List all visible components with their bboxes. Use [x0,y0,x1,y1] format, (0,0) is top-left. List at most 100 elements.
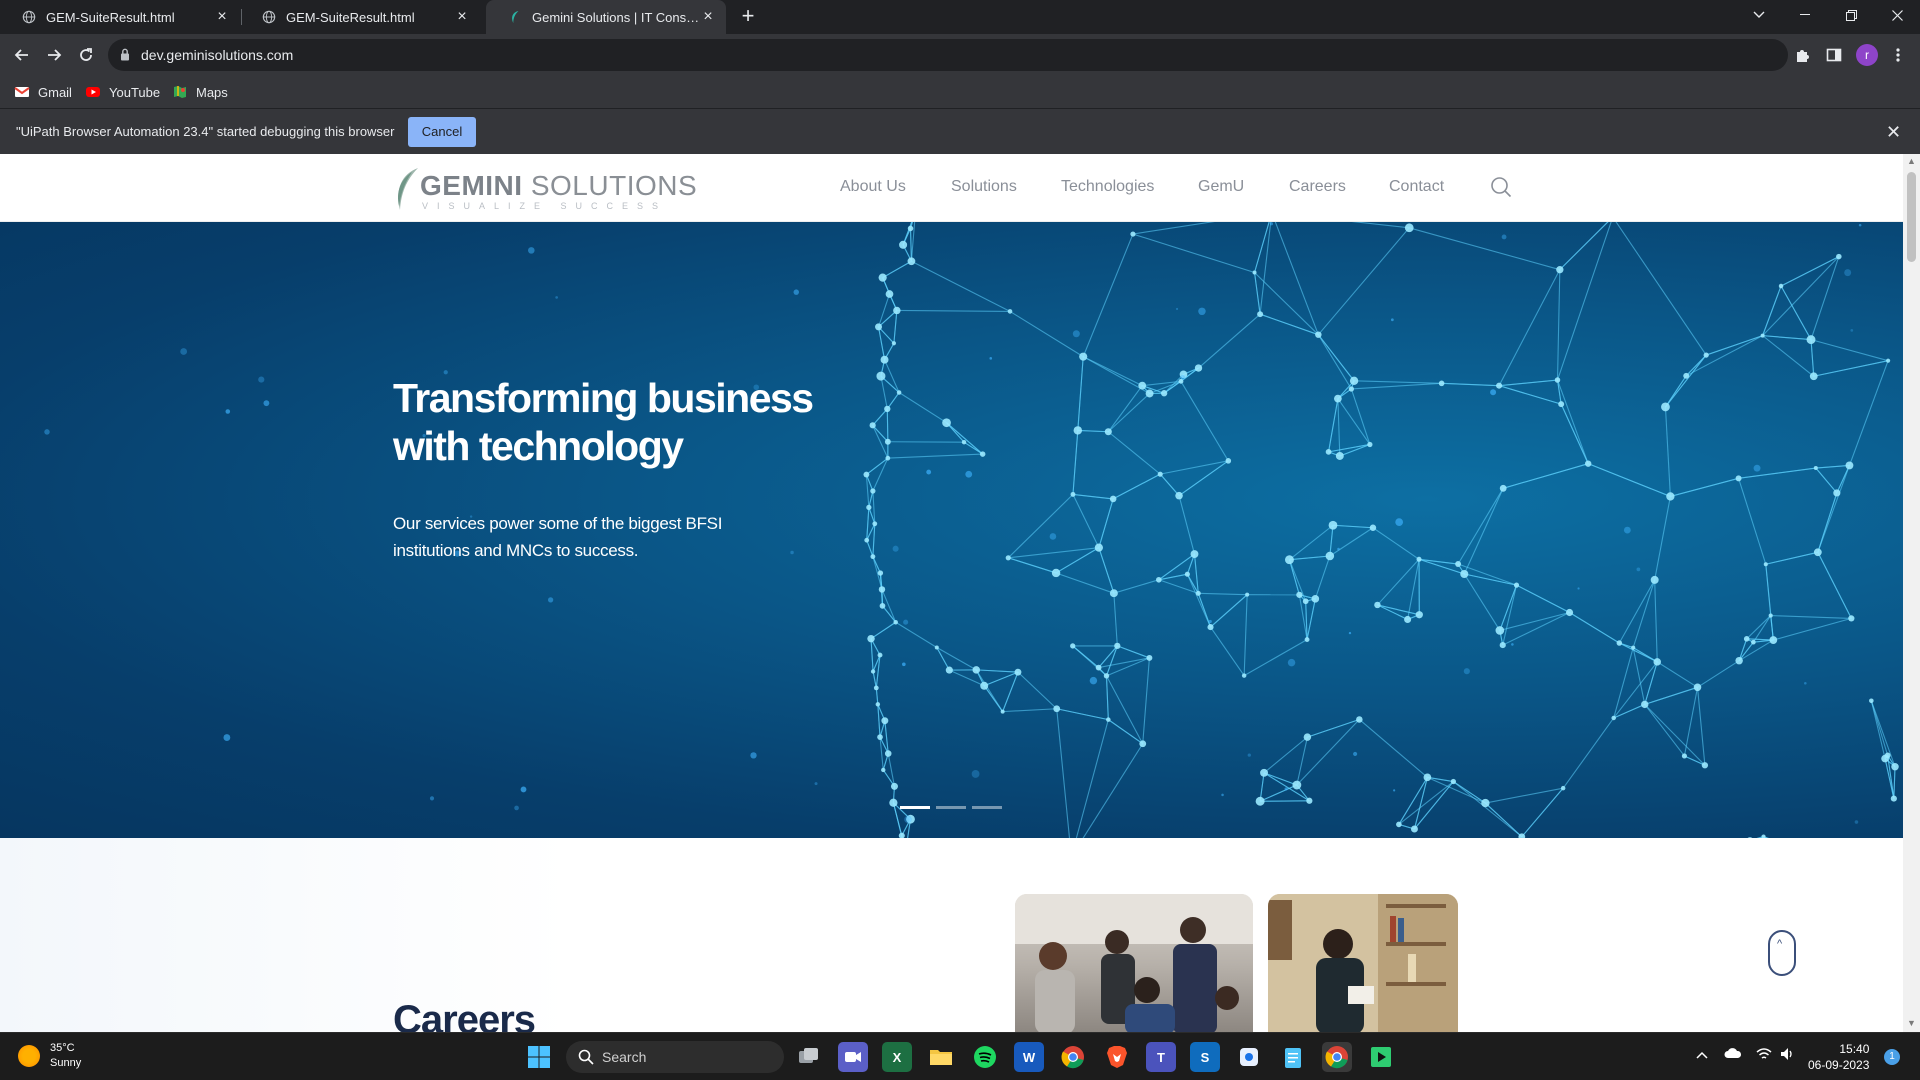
taskbar-search-label: Search [602,1049,647,1065]
tab-search-chevron-icon[interactable] [1736,0,1782,30]
scroll-to-top-button[interactable]: ^ [1768,930,1796,976]
back-arrow-icon[interactable] [10,43,34,67]
browser-tab-3-active[interactable]: Gemini Solutions | IT Consulting, × [486,0,726,34]
bookmark-gmail[interactable]: Gmail [14,84,72,100]
bookmark-youtube[interactable]: YouTube [85,84,160,100]
tab-title: Gemini Solutions | IT Consulting, [532,9,702,25]
site-header: GEMINI SOLUTIONS VISUALIZE SUCCESS About… [0,154,1903,222]
carousel-dot[interactable] [900,806,930,809]
address-bar[interactable]: dev.geminisolutions.com [108,39,1788,71]
task-view-icon[interactable] [794,1042,824,1072]
new-tab-button[interactable]: + [737,5,759,28]
debugging-infobar: "UiPath Browser Automation 23.4" started… [0,108,1920,154]
nav-gemu[interactable]: GemU [1198,178,1244,196]
hero-subtitle: Our services power some of the biggest B… [393,514,723,560]
page-scrollbar[interactable]: ▲ ▼ [1903,154,1920,1032]
teams-chat-icon[interactable] [838,1042,868,1072]
clock-time: 15:40 [1839,1042,1870,1056]
media-player-icon[interactable] [1366,1042,1396,1072]
volume-icon[interactable] [1780,1047,1796,1064]
file-explorer-icon[interactable] [926,1042,956,1072]
careers-heading: Careers [393,998,536,1032]
teams-icon[interactable]: T [1146,1042,1176,1072]
nav-about-us[interactable]: About Us [840,178,906,196]
reload-icon[interactable] [74,43,98,67]
hero-banner: Transforming business with technology Ou… [0,222,1903,838]
forward-arrow-icon[interactable] [42,43,66,67]
carousel-dot[interactable] [972,806,1002,809]
weather-widget[interactable]: 35°C Sunny [18,1041,81,1071]
chrome-icon[interactable] [1058,1042,1088,1072]
scrollbar-thumb[interactable] [1907,172,1916,262]
spotify-icon[interactable] [970,1042,1000,1072]
close-tab-icon[interactable]: × [700,9,716,25]
word-icon[interactable]: W [1014,1042,1044,1072]
nav-technologies[interactable]: Technologies [1061,178,1154,196]
logo-wordmark: GEMINI SOLUTIONS [420,170,697,202]
nav-solutions[interactable]: Solutions [951,178,1017,196]
chevron-up-icon: ^ [1777,938,1783,950]
browser-tab-1[interactable]: GEM-SuiteResult.html × [0,0,240,34]
close-window-icon[interactable] [1874,0,1920,30]
carousel-dot[interactable] [936,806,966,809]
onedrive-cloud-icon[interactable] [1724,1047,1742,1062]
search-icon [578,1049,594,1065]
s-app-icon[interactable]: S [1190,1042,1220,1072]
tab-strip: GEM-SuiteResult.html × GEM-SuiteResult.h… [0,0,1920,34]
infobar-message: "UiPath Browser Automation 23.4" started… [16,124,395,139]
web-page: GEMINI SOLUTIONS VISUALIZE SUCCESS About… [0,154,1903,1032]
reading-person-photo [1268,894,1458,1032]
youtube-icon [86,87,100,97]
gmail-icon [14,87,30,97]
bookmarks-bar: Gmail YouTube Maps [0,76,1920,108]
system-clock[interactable]: 15:40 06-09-2023 [1808,1041,1869,1073]
restore-icon[interactable] [1828,0,1874,30]
bookmark-label: Gmail [38,84,72,100]
team-photo [1015,894,1253,1032]
close-tab-icon[interactable]: × [454,9,470,25]
nav-careers[interactable]: Careers [1289,178,1346,196]
globe-icon [22,10,36,24]
side-panel-icon[interactable] [1822,43,1846,67]
tab-title: GEM-SuiteResult.html [46,9,175,25]
maps-icon [174,86,186,98]
carousel-indicators [900,806,1002,809]
notepad-icon[interactable] [1278,1042,1308,1072]
browser-menu-icon[interactable] [1886,43,1910,67]
chrome-active-icon[interactable] [1322,1042,1352,1072]
logo-tagline: VISUALIZE SUCCESS [422,201,668,211]
scroll-up-arrow-icon[interactable]: ▲ [1907,156,1916,166]
tab-title: GEM-SuiteResult.html [286,9,415,25]
notification-badge[interactable]: 1 [1884,1049,1900,1065]
bookmark-label: YouTube [109,84,161,100]
hero-title: Transforming business with technology [393,375,814,469]
weather-condition: Sunny [50,1057,82,1069]
lock-icon[interactable] [120,48,130,61]
scroll-down-arrow-icon[interactable]: ▼ [1907,1018,1916,1028]
logo-brand-light: SOLUTIONS [522,170,698,201]
wifi-icon[interactable] [1756,1047,1772,1064]
cancel-button[interactable]: Cancel [408,117,476,147]
bookmark-maps[interactable]: Maps [172,84,228,100]
search-icon[interactable] [1490,176,1512,198]
gemini-leaf-icon [512,10,519,24]
url-text[interactable]: dev.geminisolutions.com [141,47,293,63]
network-globe-graphic [44,222,1899,838]
brave-icon[interactable] [1102,1042,1132,1072]
close-tab-icon[interactable]: × [214,9,230,25]
windows-start-icon[interactable] [524,1042,554,1072]
excel-icon[interactable]: X [882,1042,912,1072]
profile-avatar[interactable]: r [1856,44,1878,66]
minimize-icon[interactable] [1782,0,1828,30]
sun-icon [18,1045,40,1067]
careers-section: Careers [0,838,1903,1032]
taskbar-search[interactable]: Search [566,1041,784,1073]
globe-icon [262,10,276,24]
leaf-logo-icon [398,168,418,210]
close-infobar-icon[interactable]: ✕ [1886,122,1901,143]
browser-tab-2[interactable]: GEM-SuiteResult.html × [240,0,480,34]
show-hidden-icons-chevron[interactable] [1696,1047,1708,1062]
extensions-puzzle-icon[interactable] [1790,43,1814,67]
network-app-icon[interactable] [1234,1042,1264,1072]
nav-contact[interactable]: Contact [1389,178,1444,196]
